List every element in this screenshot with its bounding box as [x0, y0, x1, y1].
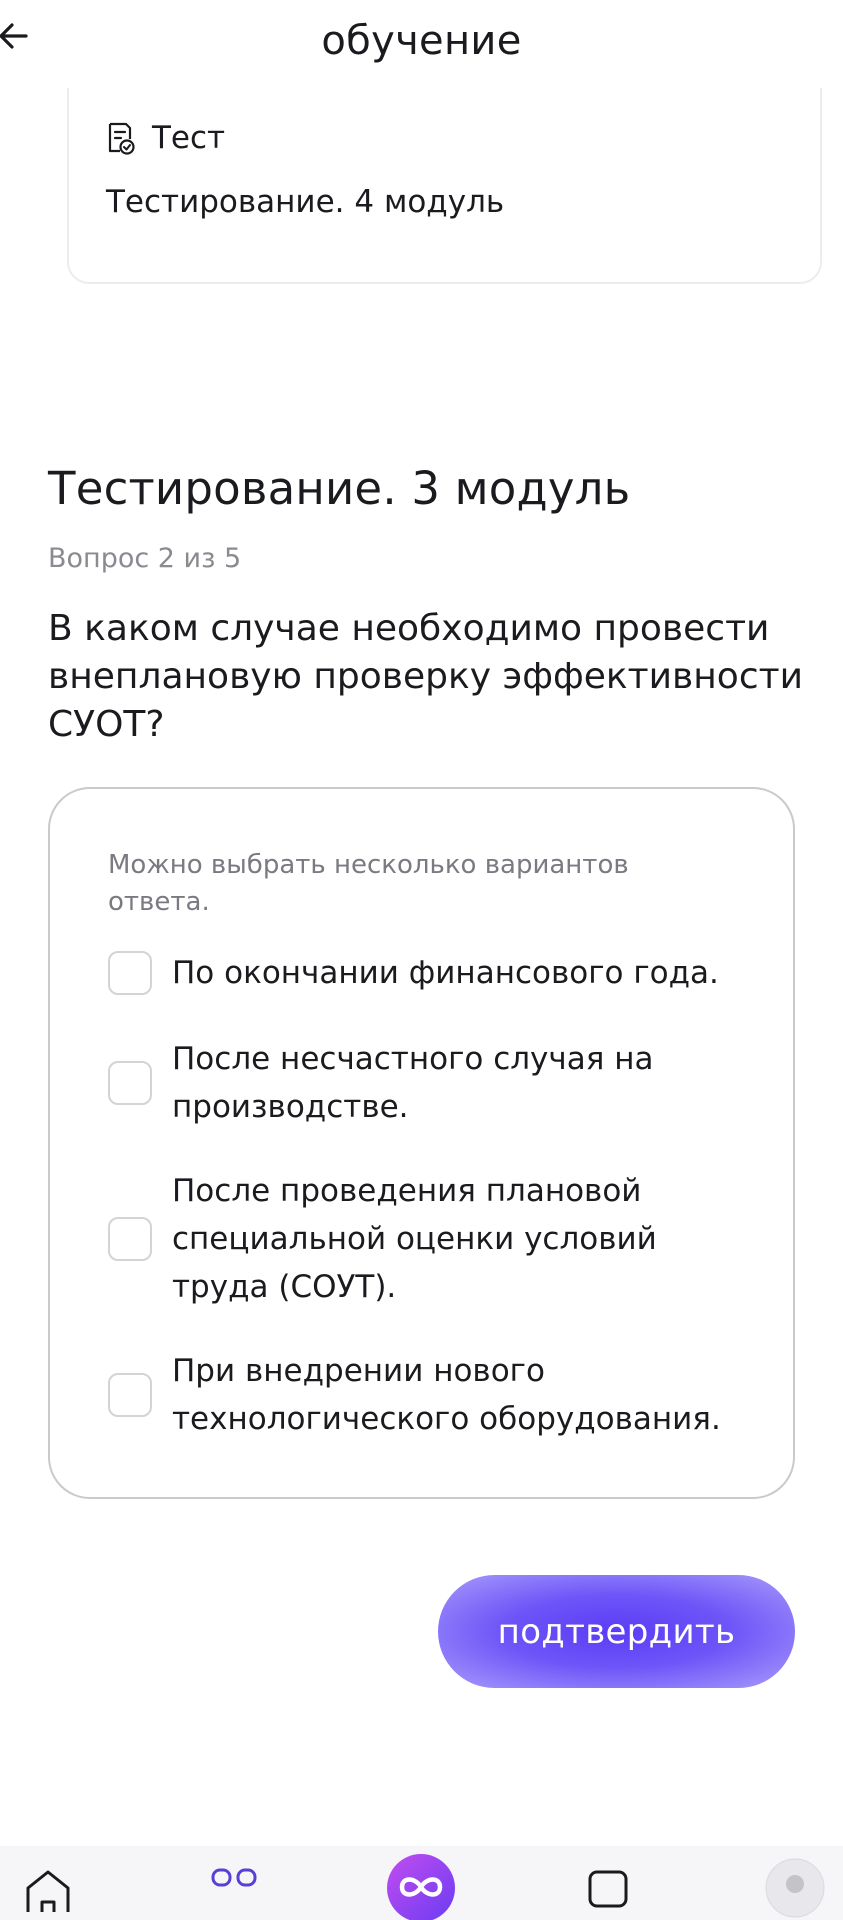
assistant-icon: [387, 1854, 455, 1920]
answer-checkbox-4[interactable]: [108, 1373, 152, 1417]
test-type-label: Тест: [152, 120, 226, 156]
answer-checkbox-3[interactable]: [108, 1217, 152, 1261]
app-header: обучение: [0, 0, 843, 88]
answer-checkbox-2[interactable]: [108, 1061, 152, 1105]
multi-select-hint: Можно выбрать несколько вариантов ответа…: [108, 850, 629, 917]
answer-option-2-label: После несчастного случая на производстве…: [172, 1041, 654, 1125]
test-type-row: Тест: [106, 120, 225, 156]
answers-box: Можно выбрать несколько вариантов ответа…: [48, 787, 795, 1499]
answer-option-1[interactable]: По окончании финансового года.: [108, 949, 752, 997]
answer-option-3[interactable]: После проведения плановой специальной оц…: [108, 1167, 752, 1311]
tab-chat[interactable]: [563, 1846, 653, 1920]
bottom-tab-bar: [0, 1846, 843, 1920]
test-card-module-4[interactable]: Тест Тестирование. 4 модуль: [67, 60, 822, 284]
question-progress: Вопрос 2 из 5: [48, 543, 242, 574]
answer-option-2[interactable]: После несчастного случая на производстве…: [108, 1035, 752, 1131]
answer-option-4-label: При внедрении нового технологического об…: [172, 1353, 721, 1437]
question-text: В каком случае необходимо провести внепл…: [48, 608, 803, 745]
answer-option-3-label: После проведения плановой специальной оц…: [172, 1173, 657, 1305]
tab-home[interactable]: [3, 1846, 93, 1920]
confirm-button[interactable]: подтвердить: [438, 1575, 795, 1688]
answer-option-1-label: По окончании финансового года.: [172, 955, 719, 991]
page-title: обучение: [321, 18, 522, 64]
document-check-icon: [108, 122, 135, 155]
answer-option-4[interactable]: При внедрении нового технологического об…: [108, 1347, 752, 1443]
answer-checkbox-1[interactable]: [108, 951, 152, 995]
tab-courses[interactable]: [189, 1846, 279, 1920]
tab-assistant[interactable]: [376, 1846, 466, 1920]
avatar: [765, 1858, 825, 1918]
test-title: Тестирование. 3 модуль: [48, 462, 631, 515]
tab-profile[interactable]: [750, 1846, 840, 1920]
test-card-name: Тестирование. 4 модуль: [106, 184, 505, 220]
chat-icon: [588, 1870, 628, 1908]
home-icon: [26, 1870, 70, 1912]
courses-icon: [211, 1868, 257, 1887]
